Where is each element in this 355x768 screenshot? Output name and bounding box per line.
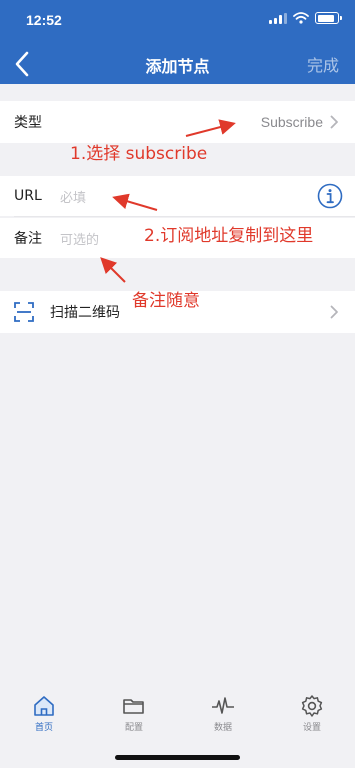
home-icon [34,696,54,716]
folder-icon [123,699,144,714]
tab-data-label: 数据 [213,723,232,733]
url-label: URL [14,188,42,204]
tab-config-label: 配置 [124,723,143,733]
battery-icon [315,12,342,24]
done-button[interactable]: 完成 [307,52,339,76]
wifi-icon [293,12,309,24]
tab-config[interactable]: 配置 [104,694,164,733]
gear-icon [301,695,323,717]
status-icons [269,12,342,24]
note-label: 备注 [14,231,42,247]
annotation-note-hint: 备注随意 [132,291,200,311]
activity-icon [212,697,234,714]
tab-home[interactable]: 首页 [14,694,74,733]
annotation-step2: 2.订阅地址复制到这里 [144,226,314,246]
scan-qr-label: 扫描二维码 [50,305,120,321]
tab-settings[interactable]: 设置 [282,694,342,733]
nav-header: 12:52 添加节点 完成 [0,0,355,84]
annotation-step1: 1.选择 subscribe [70,144,208,164]
arrow-to-note [100,257,126,283]
divider [14,216,355,217]
tab-home-label: 首页 [34,723,53,733]
tab-data[interactable]: 数据 [193,694,253,733]
url-input[interactable]: 必填 [60,187,86,206]
chevron-right-icon [330,115,338,129]
home-indicator [115,755,240,760]
type-label: 类型 [14,115,42,131]
status-time: 12:52 [26,12,62,28]
note-input[interactable]: 可选的 [60,229,99,248]
signal-icon [269,12,287,24]
tab-settings-label: 设置 [302,723,321,733]
url-row[interactable]: URL 必填 [0,176,355,216]
info-icon[interactable] [317,183,343,209]
type-value: Subscribe [260,114,323,130]
scan-qr-icon [14,302,34,322]
chevron-right-icon [330,305,338,319]
type-row[interactable]: 类型 Subscribe [0,101,355,143]
page-title: 添加节点 [145,57,210,76]
